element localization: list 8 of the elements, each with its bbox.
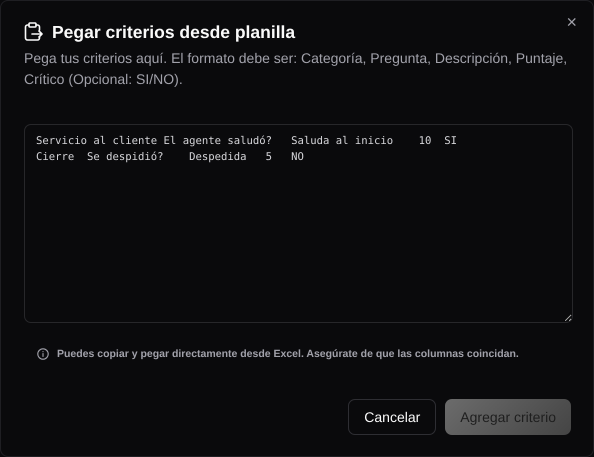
hint-text: Puedes copiar y pegar directamente desde Excel. Asegúrate de que las columnas coincidan. (57, 348, 519, 360)
clipboard-icon (24, 22, 43, 42)
dialog-description: Pega tus criterios aquí. El formato debe ser: Categoría, Pregunta, Descripción, Puntaje, Crítico (Opcional: SI/NO). (24, 49, 568, 89)
criteria-input-field[interactable]: Servicio al cliente El agente saludó? Saluda al inicio 10 SI Cierre Se despidió? Despedida 5 NO (24, 124, 573, 323)
dialog-title: Pegar criterios desde planilla (52, 22, 296, 42)
close-button[interactable]: × (564, 12, 579, 32)
info-icon (37, 348, 49, 360)
cancel-button[interactable]: Cancelar (348, 399, 436, 435)
